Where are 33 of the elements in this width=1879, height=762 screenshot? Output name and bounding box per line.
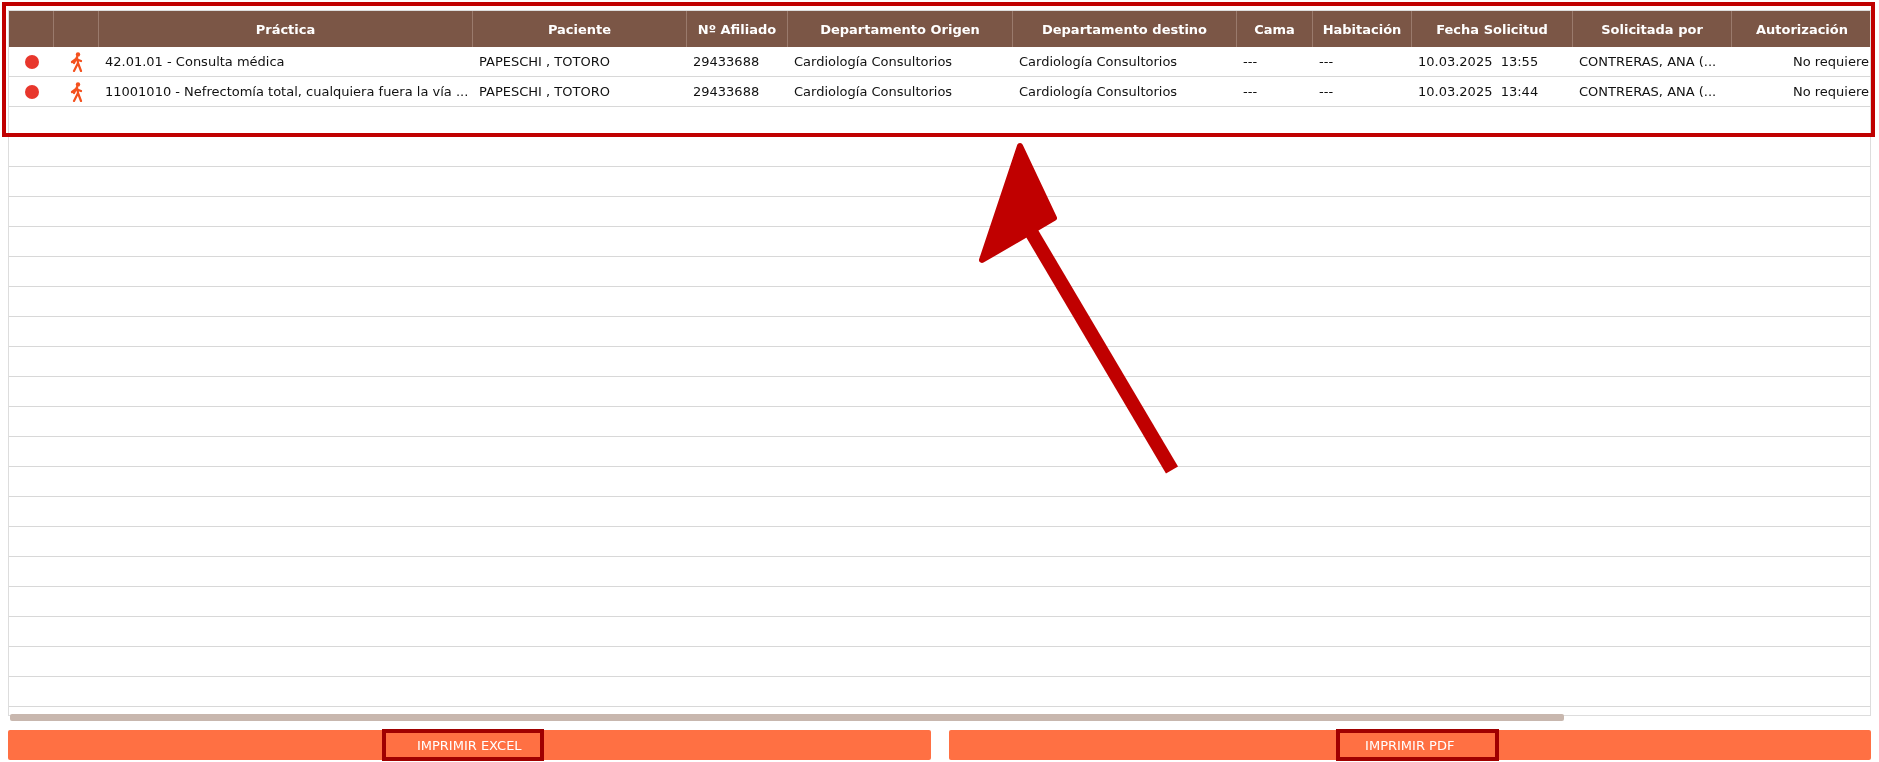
- table-cell: No requiere: [1792, 54, 1869, 69]
- column-header[interactable]: Cama: [1237, 11, 1313, 47]
- table-cell: CONTRERAS, ANA (...: [1579, 54, 1717, 69]
- column-header[interactable]: Paciente: [473, 11, 687, 47]
- table-cell: ---: [1319, 84, 1334, 99]
- table-cell: 42.01.01 - Consulta médica: [105, 54, 285, 69]
- horizontal-scrollbar[interactable]: [10, 714, 1564, 721]
- column-header[interactable]: Habitación: [1313, 11, 1412, 47]
- column-header[interactable]: Departamento Origen: [788, 11, 1013, 47]
- table-cell: Cardiología Consultorios: [1019, 84, 1178, 99]
- table-cell: 10.03.2025 13:55: [1418, 54, 1539, 69]
- column-header[interactable]: Práctica: [99, 11, 473, 47]
- table-cell: 11001010 - Nefrectomía total, cualquiera fuera la vía ...: [105, 84, 469, 99]
- table-cell: PAPESCHI , TOTORO: [479, 84, 610, 99]
- table-cell: Cardiología Consultorios: [794, 54, 953, 69]
- walking-person-icon: [69, 81, 84, 102]
- table-cell: Cardiología Consultorios: [1019, 54, 1178, 69]
- table-cell: 29433688: [693, 54, 760, 69]
- table-cell: PAPESCHI , TOTORO: [479, 54, 610, 69]
- table-cell: ---: [1319, 54, 1334, 69]
- table-cell: 10.03.2025 13:44: [1418, 84, 1539, 99]
- table-cell: Cardiología Consultorios: [794, 84, 953, 99]
- table-cell: ---: [1243, 54, 1258, 69]
- column-header[interactable]: Departamento destino: [1013, 11, 1237, 47]
- column-header[interactable]: Nº Afiliado: [687, 11, 788, 47]
- column-header[interactable]: Fecha Solicitud: [1412, 11, 1573, 47]
- table-cell: CONTRERAS, ANA (...: [1579, 84, 1717, 99]
- table-cell: 29433688: [693, 84, 760, 99]
- column-header[interactable]: Autorización: [1732, 11, 1870, 47]
- table-cell: ---: [1243, 84, 1258, 99]
- walking-person-icon: [69, 51, 84, 72]
- table-cell: No requiere: [1792, 84, 1869, 99]
- column-header[interactable]: Solicitada por: [1573, 11, 1732, 47]
